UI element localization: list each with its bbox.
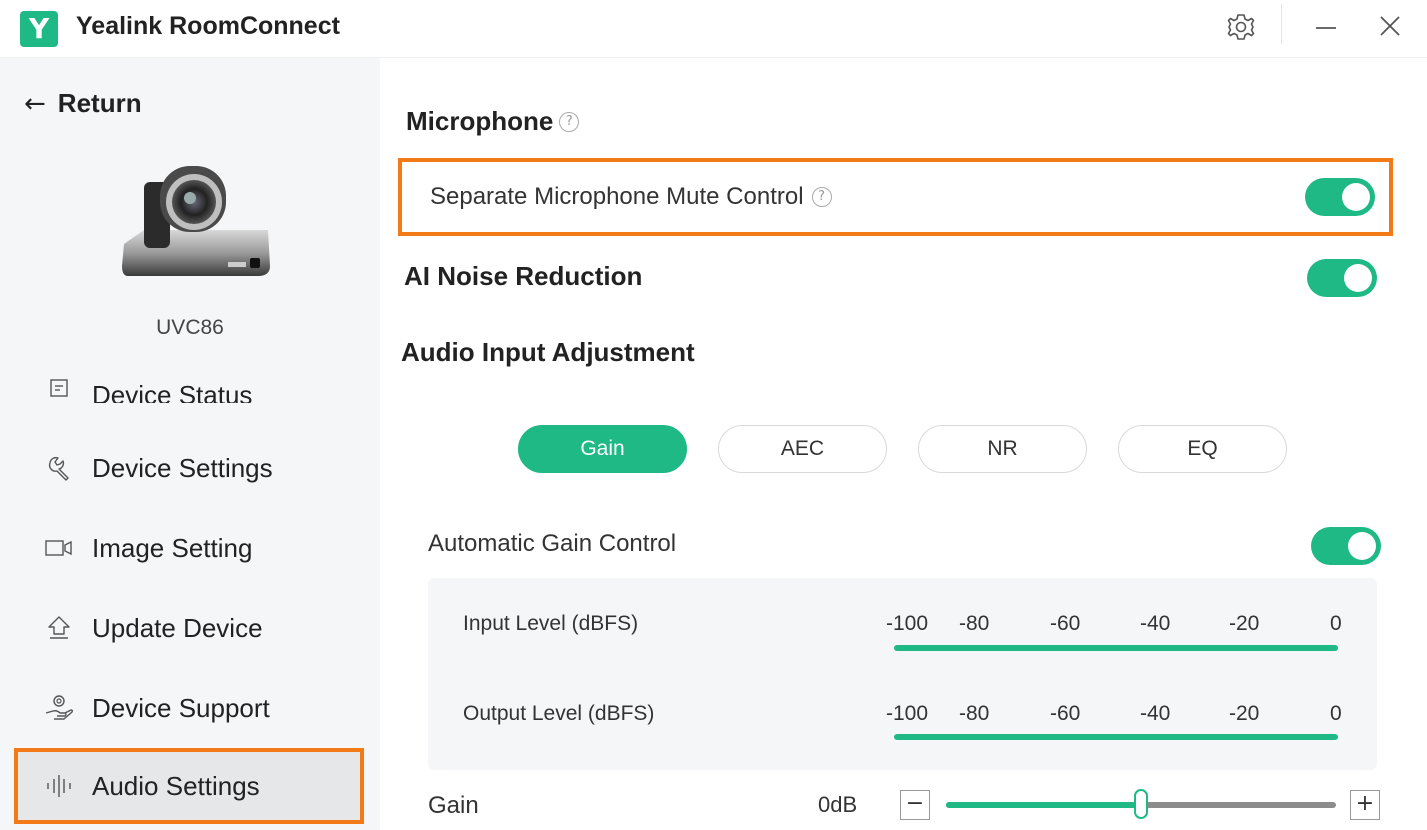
wrench-icon [44,453,74,483]
scale-tick: 0 [1330,612,1342,635]
output-level-meter [894,734,1338,740]
tab-nr[interactable]: NR [918,425,1087,473]
tab-aec[interactable]: AEC [718,425,887,473]
sidebar-item-label: Device Status [92,380,253,403]
upload-icon [44,613,74,643]
camera-icon [44,533,74,563]
tab-gain[interactable]: Gain [518,425,687,473]
main-panel: Microphone ? Separate Microphone Mute Co… [380,58,1427,830]
agc-label: Automatic Gain Control [428,530,677,557]
device-image [118,158,276,286]
separate-mute-label: Separate Microphone Mute Control [430,183,804,210]
scale-tick: -100 [886,612,929,635]
minimize-icon[interactable] [1312,12,1340,40]
ai-noise-row: AI Noise Reduction [404,261,642,292]
close-icon[interactable] [1376,12,1404,40]
arrow-left-icon: ← [24,88,46,119]
audio-bars-icon [44,771,74,801]
output-level-scale: -100 -80 -60 -40 -20 0 [886,702,1342,726]
help-icon[interactable]: ? [559,111,580,132]
gain-minus-button[interactable]: − [900,790,930,820]
status-icon [44,373,74,403]
sidebar-item-audio-settings[interactable]: Audio Settings [14,748,364,824]
scale-tick: -80 [959,612,990,635]
gain-label: Gain [428,792,479,819]
sidebar-item-label: Image Setting [92,532,253,563]
scale-tick: -20 [1229,612,1260,635]
help-icon[interactable]: ? [811,187,832,207]
gain-plus-button[interactable]: + [1350,790,1380,820]
support-icon [44,693,74,723]
ai-noise-toggle[interactable] [1307,259,1377,297]
gain-slider-fill [946,802,1141,808]
separate-mute-toggle[interactable] [1305,178,1375,216]
app-logo-icon: Y [20,11,58,47]
gain-value: 0dB [818,792,858,817]
sidebar-item-device-status[interactable]: Device Status [14,343,364,403]
audio-tabs: Gain AEC NR EQ [518,425,1287,473]
sidebar-item-label: Update Device [92,612,263,643]
titlebar-divider [1281,4,1282,44]
sidebar-item-label: Audio Settings [92,770,260,801]
sidebar-item-update-device[interactable]: Update Device [14,590,364,666]
sidebar-item-device-support[interactable]: Device Support [14,670,364,746]
output-level-label: Output Level (dBFS) [463,702,655,725]
title-bar: Y Yealink RoomConnect [0,0,1427,58]
tab-eq[interactable]: EQ [1118,425,1287,473]
sidebar: ← Return UVC86 Device Status Device Sett… [0,58,380,830]
gain-slider-thumb[interactable] [1134,789,1148,819]
sidebar-item-label: Device Support [92,692,270,723]
scale-tick: -20 [1229,702,1260,725]
gear-icon[interactable] [1224,10,1258,44]
app-title: Yealink RoomConnect [76,12,340,40]
return-button[interactable]: ← Return [24,88,142,119]
sidebar-item-label: Device Settings [92,452,273,483]
gain-slider[interactable] [946,789,1336,819]
audio-input-title-text: Audio Input Adjustment [401,337,695,367]
microphone-title: Microphone [406,106,554,136]
sidebar-item-image-setting[interactable]: Image Setting [14,510,364,586]
scale-tick: -40 [1140,702,1171,725]
scale-tick: -100 [886,702,929,725]
audio-input-title: Audio Input Adjustment [401,337,695,368]
scale-tick: -60 [1050,702,1081,725]
input-level-scale: -100 -80 -60 -40 -20 0 [886,612,1342,636]
separate-mute-row: Separate Microphone Mute Control ? [398,158,1393,236]
device-name: UVC86 [156,316,224,339]
scale-tick: 0 [1330,702,1342,725]
agc-toggle[interactable] [1311,527,1381,565]
scale-tick: -40 [1140,612,1171,635]
sidebar-item-device-settings[interactable]: Device Settings [14,430,364,506]
return-label: Return [57,88,142,118]
scale-tick: -60 [1050,612,1081,635]
scale-tick: -80 [959,702,990,725]
level-meters-panel: Input Level (dBFS) -100 -80 -60 -40 -20 … [428,578,1377,770]
microphone-section-title: Microphone ? [406,106,580,137]
input-level-meter [894,645,1338,651]
input-level-label: Input Level (dBFS) [463,612,639,635]
ai-noise-label: AI Noise Reduction [404,261,643,291]
